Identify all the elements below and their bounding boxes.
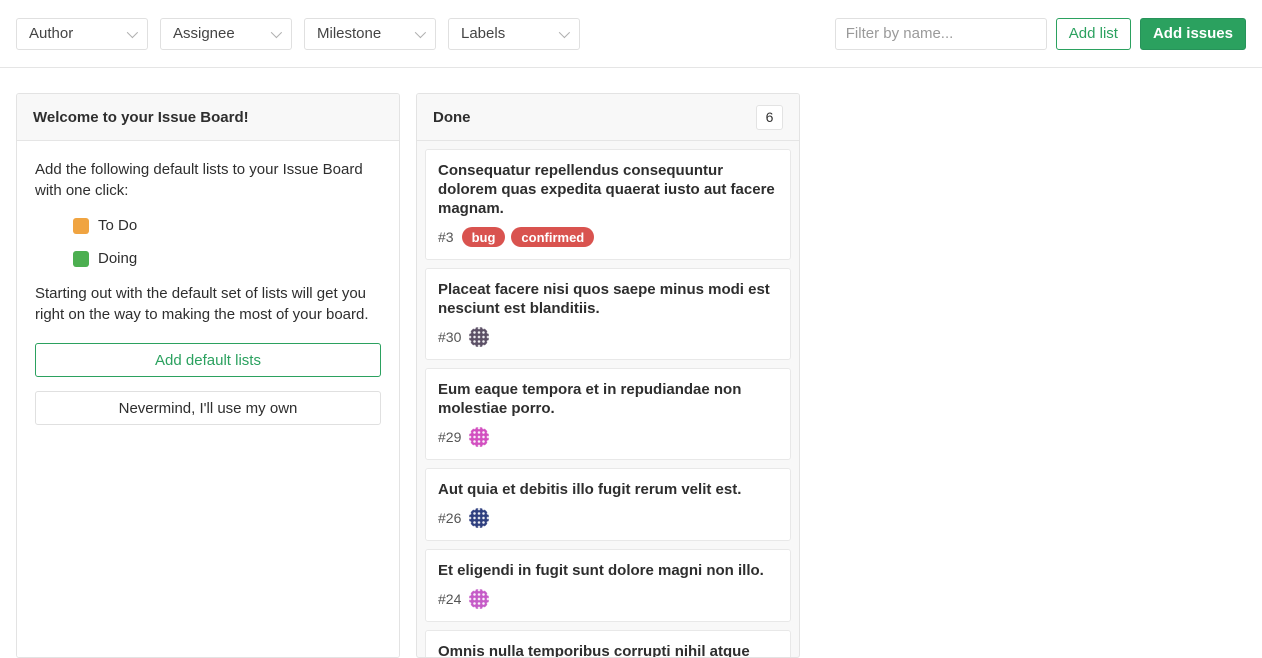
chevron-down-icon: [271, 26, 282, 37]
assignee-filter-label: Assignee: [173, 25, 235, 42]
issue-labels: bugconfirmed: [462, 227, 601, 247]
default-list-doing: Doing: [73, 248, 381, 269]
chevron-down-icon: [127, 26, 138, 37]
issue-card-footer: #3 bugconfirmed: [438, 227, 778, 247]
issue-card-footer: #30: [438, 327, 778, 347]
issue-card-title[interactable]: Omnis nulla temporibus corrupti nihil at…: [438, 642, 778, 657]
assignee-avatar[interactable]: [469, 427, 489, 447]
milestone-filter-label: Milestone: [317, 25, 381, 42]
issue-number: #29: [438, 429, 461, 445]
todo-list-label: To Do: [98, 215, 137, 236]
author-filter-dropdown[interactable]: Author: [16, 18, 148, 50]
issue-label[interactable]: bug: [462, 227, 506, 247]
default-lists: To Do Doing: [73, 215, 381, 269]
issue-card-title[interactable]: Aut quia et debitis illo fugit rerum vel…: [438, 480, 778, 499]
doing-list-label: Doing: [98, 248, 137, 269]
welcome-outro-text: Starting out with the default set of lis…: [35, 283, 381, 325]
welcome-panel-title: Welcome to your Issue Board!: [33, 109, 249, 126]
filter-by-name-input[interactable]: [835, 18, 1047, 50]
issue-card[interactable]: Placeat facere nisi quos saepe minus mod…: [425, 268, 791, 360]
toolbar-right-group: Add list Add issues: [835, 18, 1246, 50]
issue-number: #26: [438, 510, 461, 526]
add-default-lists-button[interactable]: Add default lists: [35, 343, 381, 377]
issue-label[interactable]: confirmed: [511, 227, 594, 247]
issue-card-footer: #24: [438, 589, 778, 609]
issue-count-badge: 6: [756, 105, 783, 130]
issue-card-footer: #29: [438, 427, 778, 447]
issue-number: #24: [438, 591, 461, 607]
welcome-panel-header: Welcome to your Issue Board!: [17, 94, 399, 141]
board-card-list: Consequatur repellendus consequuntur dol…: [417, 141, 799, 657]
todo-color-swatch: [73, 218, 89, 234]
welcome-panel: Welcome to your Issue Board! Add the fol…: [16, 93, 400, 658]
chevron-down-icon: [415, 26, 426, 37]
issue-card[interactable]: Aut quia et debitis illo fugit rerum vel…: [425, 468, 791, 541]
issue-card-title[interactable]: Eum eaque tempora et in repudiandae non …: [438, 380, 778, 418]
labels-filter-dropdown[interactable]: Labels: [448, 18, 580, 50]
issue-card-title[interactable]: Placeat facere nisi quos saepe minus mod…: [438, 280, 778, 318]
add-list-button[interactable]: Add list: [1056, 18, 1131, 50]
issue-card[interactable]: Omnis nulla temporibus corrupti nihil at…: [425, 630, 791, 657]
default-list-todo: To Do: [73, 215, 381, 236]
assignee-avatar[interactable]: [469, 327, 489, 347]
assignee-avatar[interactable]: [469, 589, 489, 609]
filter-toolbar: Author Assignee Milestone Labels Add lis…: [0, 0, 1262, 68]
milestone-filter-dropdown[interactable]: Milestone: [304, 18, 436, 50]
chevron-down-icon: [559, 26, 570, 37]
doing-color-swatch: [73, 251, 89, 267]
labels-filter-label: Labels: [461, 25, 505, 42]
author-filter-label: Author: [29, 25, 73, 42]
issue-board: Welcome to your Issue Board! Add the fol…: [0, 68, 1262, 658]
issue-number: #30: [438, 329, 461, 345]
nevermind-button[interactable]: Nevermind, I'll use my own: [35, 391, 381, 425]
issue-number: #3: [438, 229, 454, 245]
issue-card[interactable]: Eum eaque tempora et in repudiandae non …: [425, 368, 791, 460]
done-list-header: Done 6: [417, 94, 799, 141]
assignee-filter-dropdown[interactable]: Assignee: [160, 18, 292, 50]
assignee-avatar[interactable]: [469, 508, 489, 528]
done-list-title: Done: [433, 109, 471, 126]
issue-card-footer: #26: [438, 508, 778, 528]
issue-card-title[interactable]: Et eligendi in fugit sunt dolore magni n…: [438, 561, 778, 580]
board-list-done: Done 6 Consequatur repellendus consequun…: [416, 93, 800, 658]
welcome-panel-body: Add the following default lists to your …: [17, 141, 399, 657]
add-issues-button[interactable]: Add issues: [1140, 18, 1246, 50]
issue-card[interactable]: Consequatur repellendus consequuntur dol…: [425, 149, 791, 260]
issue-card[interactable]: Et eligendi in fugit sunt dolore magni n…: [425, 549, 791, 622]
issue-card-title[interactable]: Consequatur repellendus consequuntur dol…: [438, 161, 778, 218]
welcome-intro-text: Add the following default lists to your …: [35, 159, 381, 201]
